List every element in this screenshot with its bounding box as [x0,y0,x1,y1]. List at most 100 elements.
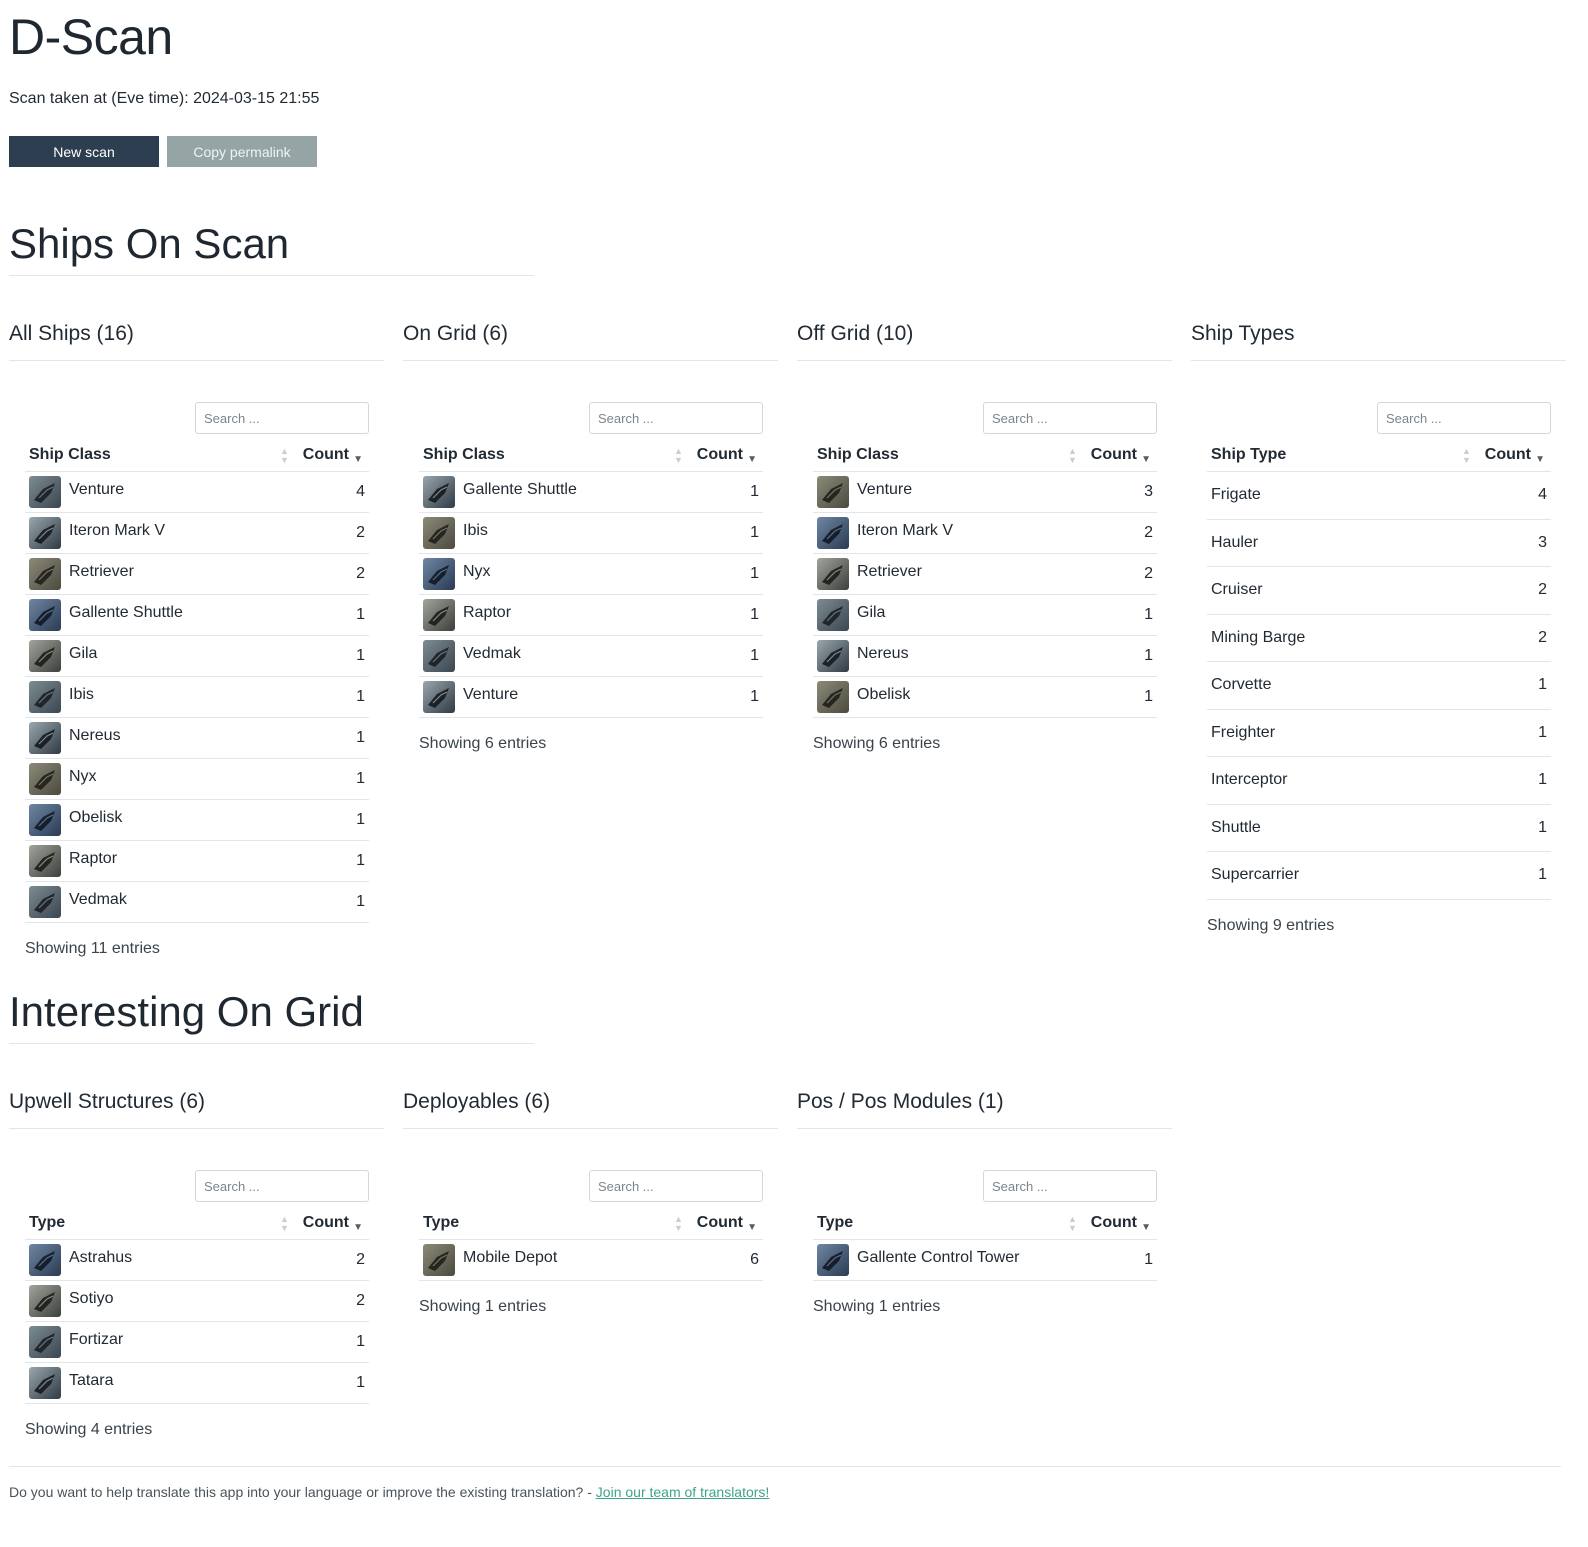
table-row[interactable]: Retriever 2 [25,554,369,595]
table-row[interactable]: Mining Barge 2 [1207,615,1551,662]
row-count: 1 [356,606,365,623]
sort-descending-icon[interactable]: ▼ [1535,454,1545,465]
table-row[interactable]: Gila 1 [813,595,1157,636]
table-row[interactable]: Nyx 1 [25,759,369,800]
footer-divider [9,1466,1561,1467]
data-table: Type ▲ ▼ Count ▼ Gallente Control Tower 1 [813,1210,1157,1281]
table-row[interactable]: Supercarrier 1 [1207,852,1551,900]
row-name: Gallente Control Tower [857,1249,1020,1266]
table-row[interactable]: Venture 4 [25,472,369,513]
sort-neutral-icon[interactable]: ▲ ▼ [1462,447,1471,465]
search-input[interactable] [983,402,1157,434]
ship-thumbnail-icon [423,476,455,508]
search-input[interactable] [983,1170,1157,1202]
sort-neutral-icon[interactable]: ▲ ▼ [674,1215,683,1233]
ship-thumbnail-icon [423,599,455,631]
column-header-name[interactable]: Type [817,1214,853,1232]
scan-time: Scan taken at (Eve time): 2024-03-15 21:… [9,90,320,107]
search-input[interactable] [589,402,763,434]
panel-title: Ship Types [1191,322,1295,345]
table-row[interactable]: Iteron Mark V 2 [25,513,369,554]
copy-permalink-button[interactable]: Copy permalink [167,136,317,167]
table-row[interactable]: Ibis 1 [419,513,763,554]
row-count: 4 [1538,486,1547,503]
sort-descending-icon[interactable]: ▼ [747,1222,757,1233]
row-count: 1 [750,606,759,623]
table-row[interactable]: Mobile Depot 6 [419,1240,763,1281]
data-table: Type ▲ ▼ Count ▼ Mobile Depot 6 [419,1210,763,1281]
column-header-name[interactable]: Ship Class [29,446,111,464]
row-name: Raptor [69,850,118,867]
join-translators-link[interactable]: Join our team of translators! [596,1484,770,1500]
table-row[interactable]: Ibis 1 [25,677,369,718]
panel-title: Upwell Structures (6) [9,1090,206,1113]
search-input[interactable] [1377,402,1551,434]
sort-descending-icon[interactable]: ▼ [1141,1222,1151,1233]
table-row[interactable]: Nereus 1 [25,718,369,759]
column-header-count[interactable]: Count [303,446,349,464]
table-row[interactable]: Vedmak 1 [419,636,763,677]
row-name: Shuttle [1211,818,1261,836]
row-count: 2 [356,524,365,541]
table-row[interactable]: Tatara 1 [25,1363,369,1404]
sort-descending-icon[interactable]: ▼ [353,1222,363,1233]
table-row[interactable]: Cruiser 2 [1207,567,1551,615]
data-table: Ship Type ▲ ▼ Count ▼ Frigate 4 Hauler 3 Cruiser 2… [1207,442,1551,900]
table-row[interactable]: Shuttle 1 [1207,805,1551,852]
table-row[interactable]: Nereus 1 [813,636,1157,677]
row-count: 1 [750,647,759,664]
table-row[interactable]: Freighter 1 [1207,710,1551,757]
table-row[interactable]: Astrahus 2 [25,1240,369,1281]
search-input[interactable] [589,1170,763,1202]
table-row[interactable]: Corvette 1 [1207,662,1551,710]
column-header-count[interactable]: Count [1091,1214,1137,1232]
table-row[interactable]: Venture 3 [813,472,1157,513]
table-row[interactable]: Fortizar 1 [25,1322,369,1363]
table-row[interactable]: Nyx 1 [419,554,763,595]
column-header-name[interactable]: Type [29,1214,65,1232]
table-row[interactable]: Frigate 4 [1207,472,1551,520]
search-input[interactable] [195,402,369,434]
table-header: Ship Class ▲ ▼ Count ▼ [813,442,1157,472]
column-header-count[interactable]: Count [1091,446,1137,464]
table-row[interactable]: Sotiyo 2 [25,1281,369,1322]
row-name: Retriever [69,563,134,580]
column-header-name[interactable]: Ship Class [817,446,899,464]
table-row[interactable]: Hauler 3 [1207,520,1551,567]
column-header-name[interactable]: Type [423,1214,459,1232]
column-header-name[interactable]: Ship Type [1211,446,1286,464]
table-row[interactable]: Gallente Shuttle 1 [419,472,763,513]
table-row[interactable]: Interceptor 1 [1207,757,1551,805]
sort-descending-icon[interactable]: ▼ [353,454,363,465]
sort-neutral-icon[interactable]: ▲ ▼ [280,1215,289,1233]
sort-neutral-icon[interactable]: ▲ ▼ [1068,1215,1077,1233]
table-row[interactable]: Gallente Control Tower 1 [813,1240,1157,1281]
sort-descending-icon[interactable]: ▼ [1141,454,1151,465]
data-table: Ship Class ▲ ▼ Count ▼ Venture 4 Iteron Mark V 2… [25,442,369,923]
table-row[interactable]: Gallente Shuttle 1 [25,595,369,636]
table-row[interactable]: Gila 1 [25,636,369,677]
ship-thumbnail-icon [817,640,849,672]
new-scan-button[interactable]: New scan [9,136,159,167]
row-count: 4 [356,483,365,500]
search-input[interactable] [195,1170,369,1202]
row-count: 1 [1538,723,1547,741]
table-row[interactable]: Obelisk 1 [25,800,369,841]
column-header-count[interactable]: Count [697,1214,743,1232]
table-row[interactable]: Vedmak 1 [25,882,369,923]
sort-neutral-icon[interactable]: ▲ ▼ [1068,447,1077,465]
table-row[interactable]: Venture 1 [419,677,763,718]
sort-descending-icon[interactable]: ▼ [747,454,757,465]
table-row[interactable]: Raptor 1 [25,841,369,882]
column-header-count[interactable]: Count [1485,446,1531,464]
sort-neutral-icon[interactable]: ▲ ▼ [674,447,683,465]
table-row[interactable]: Retriever 2 [813,554,1157,595]
table-row[interactable]: Iteron Mark V 2 [813,513,1157,554]
sort-neutral-icon[interactable]: ▲ ▼ [280,447,289,465]
column-header-count[interactable]: Count [303,1214,349,1232]
column-header-name[interactable]: Ship Class [423,446,505,464]
table-row[interactable]: Raptor 1 [419,595,763,636]
table-row[interactable]: Obelisk 1 [813,677,1157,718]
ship-thumbnail-icon [423,558,455,590]
column-header-count[interactable]: Count [697,446,743,464]
